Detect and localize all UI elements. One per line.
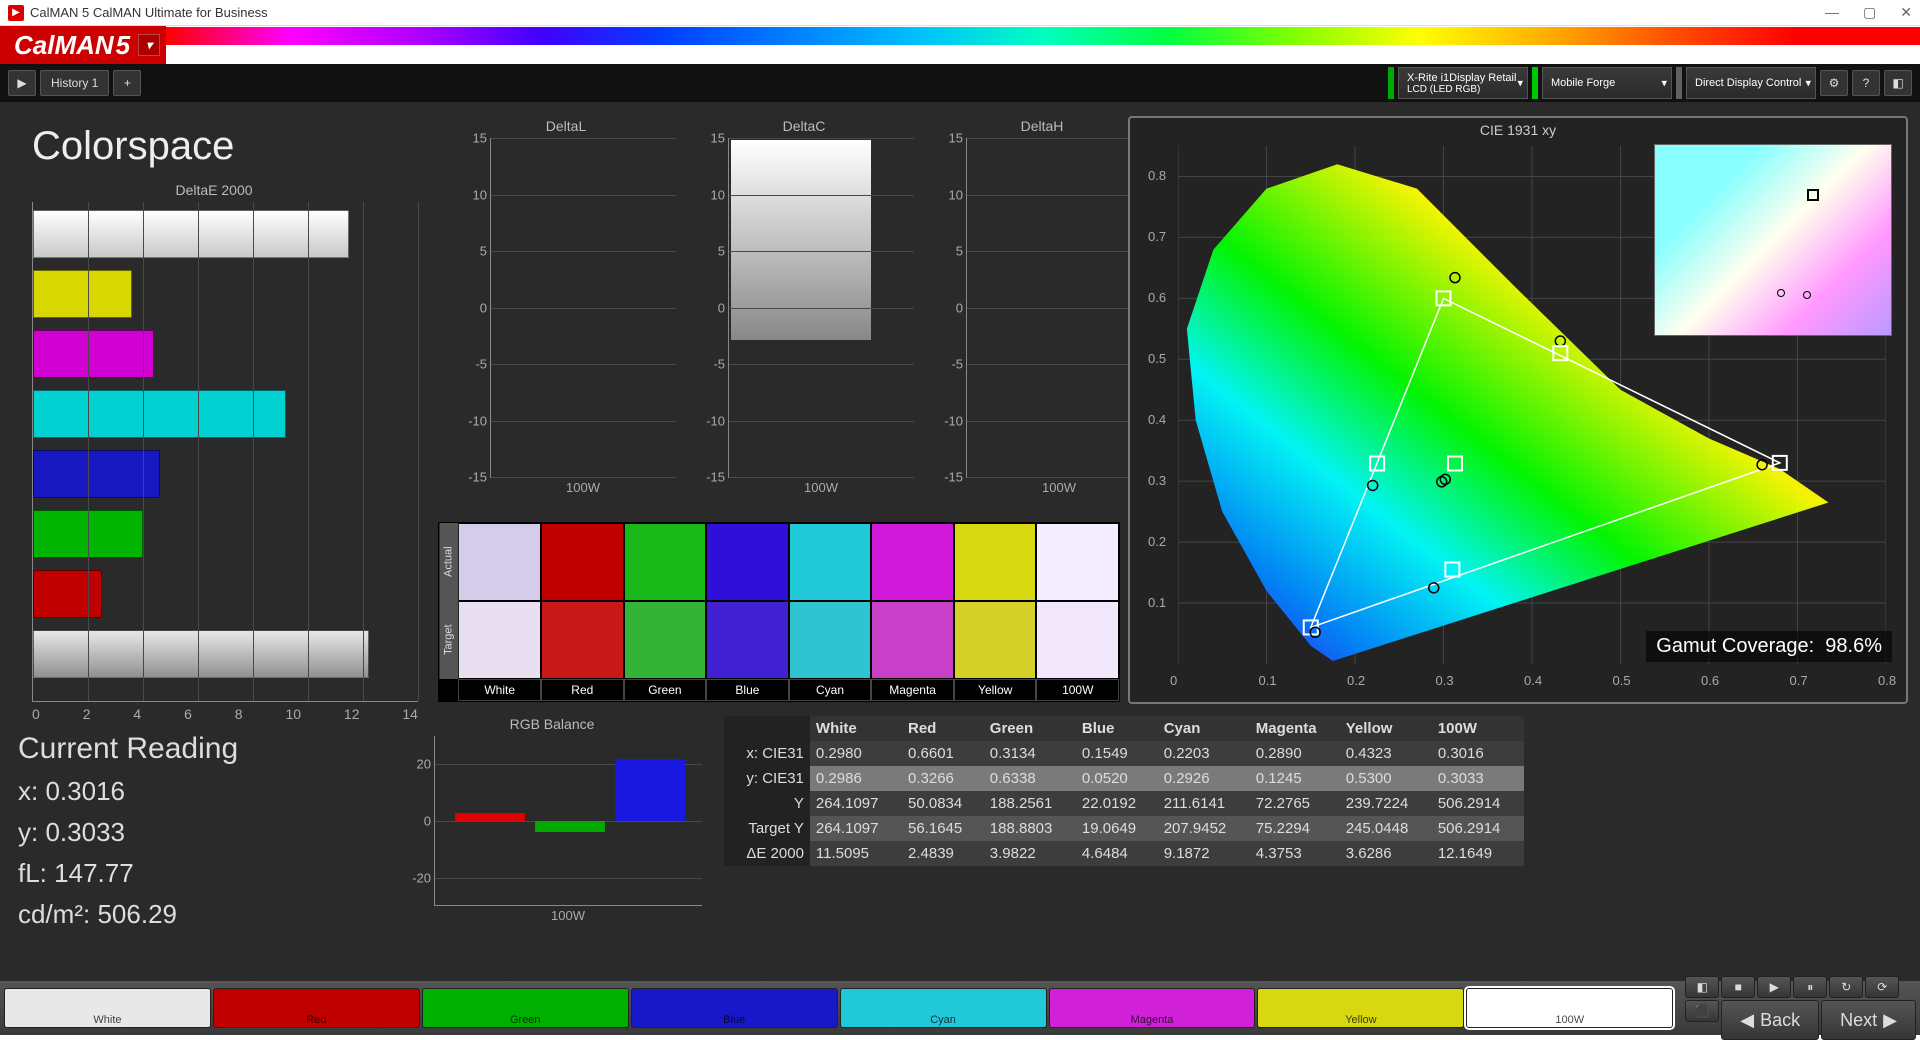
minimize-button[interactable]: — (1825, 4, 1839, 21)
chevron-down-icon: ▾ (1805, 77, 1811, 90)
brand-bar: CalMAN5 ▾ (0, 26, 1920, 64)
deltae-bar-yellow (33, 270, 132, 318)
deltaH-chart: DeltaH -15-10-5051015 100W (932, 118, 1152, 508)
panel-toggle-button[interactable]: ◧ (1884, 70, 1912, 96)
swatch-100w: 100W (1036, 523, 1119, 701)
cie-1931-panel: CIE 1931 xy Gamut Coverage: 98.6% 00.10.… (1128, 116, 1908, 704)
tab-history[interactable]: History 1 (40, 70, 109, 96)
cie-inset-zoom (1654, 144, 1892, 336)
transport-play-button[interactable]: ▶ (1757, 976, 1791, 998)
source-led (1532, 67, 1538, 99)
footer-swatch-green[interactable]: Green (422, 988, 629, 1028)
deltae-bar-white (33, 210, 349, 258)
rgb-bar-R (455, 813, 525, 822)
transport-pause-button[interactable]: ⏸ (1793, 976, 1827, 998)
app-icon: ▶ (8, 5, 24, 21)
measurement-table: WhiteRedGreenBlueCyanMagentaYellow100Wx:… (724, 716, 1524, 866)
swatch-cyan: Cyan (789, 523, 872, 701)
deltaC-chart: DeltaC -15-10-5051015 100W (694, 118, 914, 508)
swatch-yellow: Yellow (954, 523, 1037, 701)
display-led (1676, 67, 1682, 99)
display-dropdown[interactable]: Direct Display Control ▾ (1686, 67, 1816, 99)
deltae-bar-red (33, 570, 102, 618)
swatch-row-actual: Actual (439, 523, 458, 601)
deltae-bar-magenta (33, 330, 154, 378)
current-reading: Current Reading x: 0.3016 y: 0.3033 fL: … (18, 732, 238, 940)
play-button[interactable]: ▶ (8, 70, 36, 96)
footer-bar: WhiteRedGreenBlueCyanMagentaYellow100W ◧… (0, 981, 1920, 1035)
chevron-down-icon: ▾ (1517, 77, 1523, 90)
rgb-balance-chart: RGB Balance -20020 100W (402, 716, 702, 936)
swatch-red: Red (541, 523, 624, 701)
footer-swatch-magenta[interactable]: Magenta (1049, 988, 1256, 1028)
transport-pane-button[interactable]: ◧ (1685, 976, 1719, 998)
deltae2000-chart: DeltaE 2000 02468101214 (10, 182, 418, 710)
swatch-white: White (458, 523, 541, 701)
maximize-button[interactable]: ▢ (1863, 4, 1876, 21)
transport-stop-button[interactable]: ■ (1721, 976, 1755, 998)
deltaC-gradient (731, 140, 871, 340)
meter-led (1388, 67, 1394, 99)
deltaL-chart: DeltaL -15-10-5051015 100W (456, 118, 676, 508)
next-button[interactable]: Next ▶ (1821, 1000, 1916, 1040)
rainbow-divider (166, 27, 1920, 45)
footer-swatch-100w[interactable]: 100W (1466, 988, 1673, 1028)
source-dropdown[interactable]: Mobile Forge ▾ (1542, 67, 1672, 99)
help-button[interactable]: ? (1852, 70, 1880, 96)
transport-refresh-button[interactable]: ⟳ (1865, 976, 1899, 998)
window-title: CalMAN 5 CalMAN Ultimate for Business (30, 5, 268, 20)
swatch-comparison: Actual Target WhiteRedGreenBlueCyanMagen… (438, 522, 1120, 702)
deltae-bar-blue (33, 450, 160, 498)
meter-dropdown[interactable]: X-Rite i1Display Retail LCD (LED RGB) ▾ (1398, 67, 1528, 99)
brand-logo: CalMAN5 ▾ (0, 26, 166, 64)
page-title: Colorspace (32, 124, 234, 169)
rgb-bar-G (535, 821, 605, 832)
window-titlebar: ▶ CalMAN 5 CalMAN Ultimate for Business … (0, 0, 1920, 26)
tab-row: ▶ History 1 + X-Rite i1Display Retail LC… (0, 64, 1920, 102)
footer-swatch-yellow[interactable]: Yellow (1257, 988, 1464, 1028)
add-tab-button[interactable]: + (113, 70, 141, 96)
chevron-down-icon: ▾ (1661, 77, 1667, 90)
transport-loop-button[interactable]: ↻ (1829, 976, 1863, 998)
workspace: Colorspace DeltaE 2000 02468101214 Delta… (0, 102, 1920, 981)
footer-swatch-blue[interactable]: Blue (631, 988, 838, 1028)
swatch-green: Green (624, 523, 707, 701)
deltae-bar-100w (33, 630, 369, 678)
footer-swatch-cyan[interactable]: Cyan (840, 988, 1047, 1028)
brand-menu-button[interactable]: ▾ (138, 34, 160, 56)
footer-swatch-red[interactable]: Red (213, 988, 420, 1028)
back-button[interactable]: ◀ Back (1721, 1000, 1819, 1040)
settings-button[interactable]: ⚙ (1820, 70, 1848, 96)
close-button[interactable]: ✕ (1900, 4, 1912, 21)
swatch-row-target: Target (439, 601, 458, 679)
rgb-bar-B (615, 759, 685, 821)
gamut-coverage-label: Gamut Coverage: 98.6% (1646, 631, 1892, 662)
deltae-bar-cyan (33, 390, 286, 438)
transport-record-button[interactable]: ⬛ (1685, 1000, 1719, 1022)
swatch-blue: Blue (706, 523, 789, 701)
footer-swatch-white[interactable]: White (4, 988, 211, 1028)
swatch-magenta: Magenta (871, 523, 954, 701)
